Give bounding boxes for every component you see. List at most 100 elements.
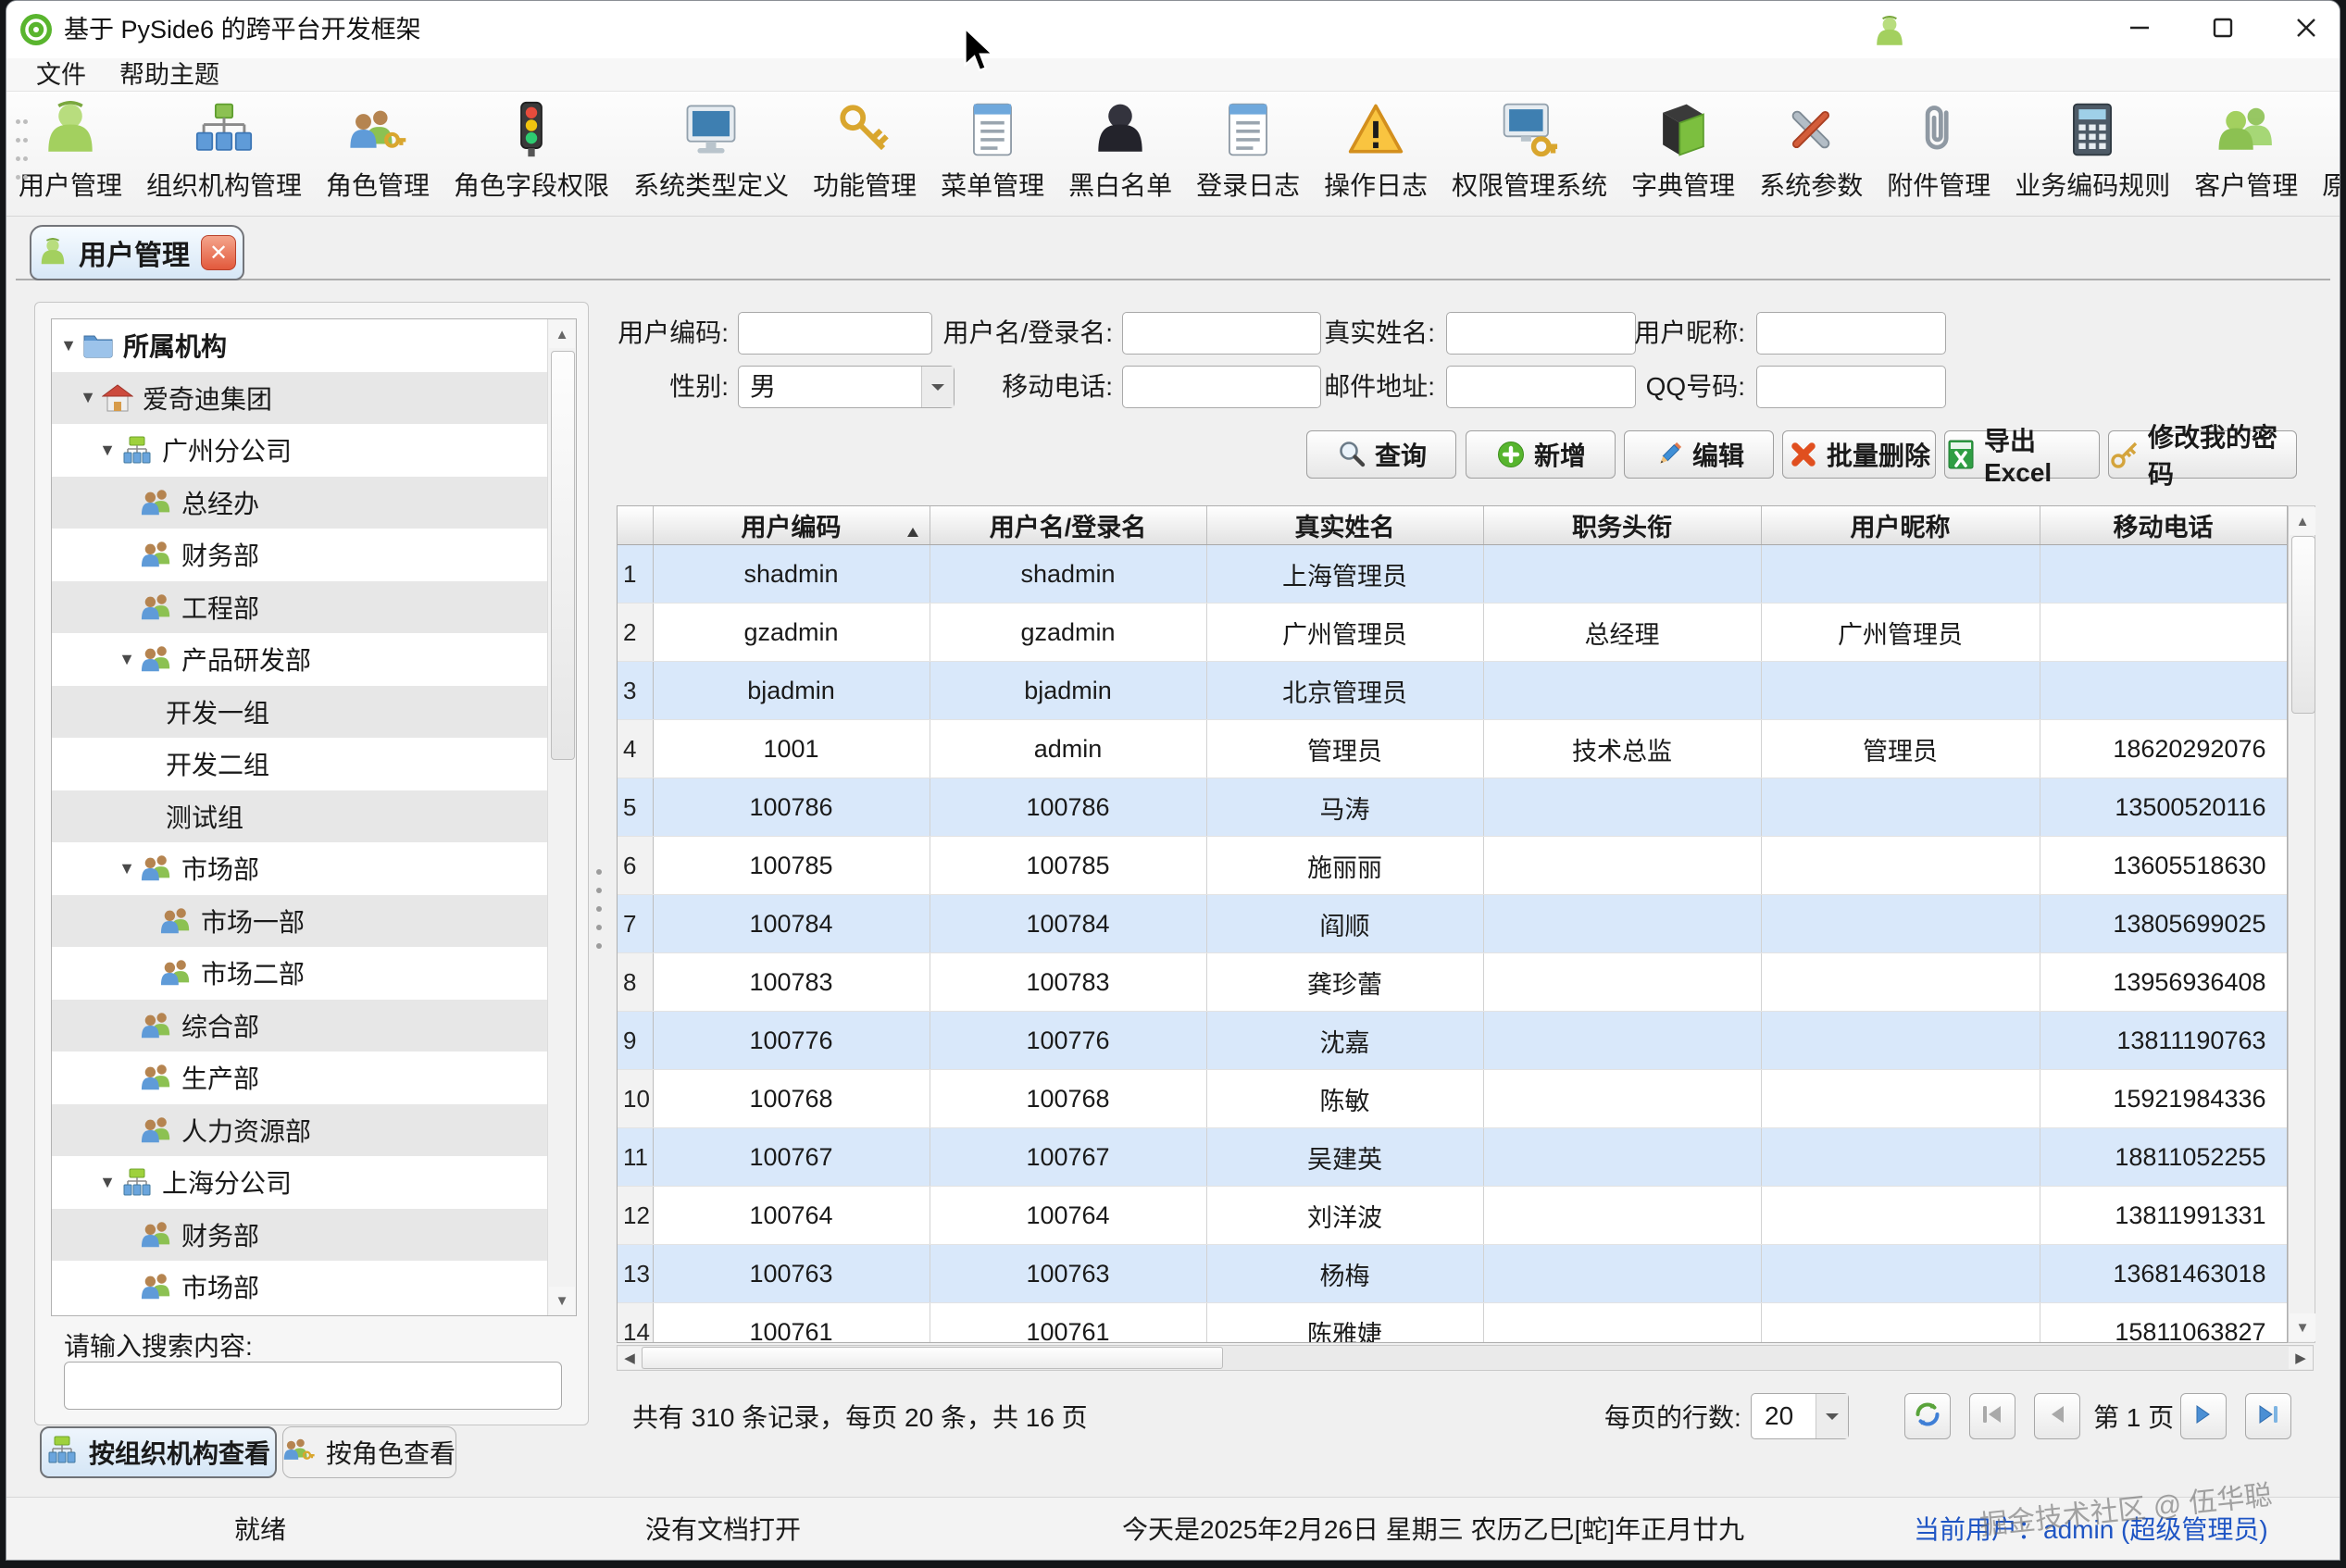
- column-header[interactable]: 真实姓名: [1206, 506, 1483, 545]
- tree-scrollbar[interactable]: ▲ ▼: [547, 319, 576, 1315]
- toolbar-item-person-dark[interactable]: 黑白名单: [1056, 92, 1184, 203]
- table-scroll-left-icon[interactable]: ◀: [618, 1347, 642, 1369]
- first-page-button[interactable]: [1969, 1393, 2015, 1439]
- query-button[interactable]: 查询: [1306, 430, 1456, 479]
- menu-item-file[interactable]: 文件: [21, 58, 101, 92]
- column-header[interactable]: 用户昵称: [1761, 506, 2040, 545]
- table-vscrollbar[interactable]: ▲ ▼: [2288, 505, 2315, 1343]
- user-name-field[interactable]: [1122, 312, 1321, 355]
- table-row[interactable]: 7100784100784阎顺13805699025: [618, 895, 2287, 953]
- table-row[interactable]: 2gzadmingzadmin广州管理员总经理广州管理员: [618, 604, 2287, 662]
- toolbar-item-tools[interactable]: 系统参数: [1747, 92, 1875, 203]
- table-row[interactable]: 8100783100783龚珍蕾13956936408: [618, 953, 2287, 1012]
- tree-scroll-down-icon[interactable]: ▼: [549, 1287, 575, 1314]
- user-code-field[interactable]: [738, 312, 932, 355]
- tree-item[interactable]: 开发二组: [52, 738, 576, 790]
- add-button[interactable]: 新增: [1466, 430, 1616, 479]
- table-row[interactable]: 41001admin管理员技术总监管理员18620292076: [618, 720, 2287, 778]
- maximize-button[interactable]: [2190, 1, 2256, 55]
- tree-item[interactable]: 市场部: [52, 1261, 576, 1313]
- tree-item[interactable]: ▼爱奇迪集团: [52, 372, 576, 425]
- table-row[interactable]: 14100761100761陈雅婕15811063827: [618, 1303, 2287, 1344]
- toolbar-item-docs[interactable]: 原料管理: [2310, 92, 2340, 203]
- real-name-field[interactable]: [1446, 312, 1636, 355]
- expand-arrow-icon[interactable]: ▼: [56, 336, 81, 355]
- minimize-button[interactable]: [2106, 1, 2173, 55]
- export-excel-button[interactable]: 导出Excel: [1944, 430, 2100, 479]
- toolbar-item-orgchart[interactable]: 组织机构管理: [134, 92, 314, 203]
- page-size-select[interactable]: 20: [1751, 1393, 1849, 1439]
- table-row[interactable]: 10100768100768陈敏15921984336: [618, 1070, 2287, 1128]
- expand-arrow-icon[interactable]: ▼: [95, 1173, 119, 1192]
- table-row[interactable]: 5100786100786马涛13500520116: [618, 778, 2287, 837]
- last-page-button[interactable]: [2245, 1393, 2291, 1439]
- tree-item[interactable]: ▼所属机构: [52, 319, 576, 372]
- next-page-button[interactable]: [2180, 1393, 2227, 1439]
- toolbar-item-monitor[interactable]: 系统类型定义: [621, 92, 801, 203]
- tree-item[interactable]: 开发一组: [52, 686, 576, 739]
- table-vscroll-thumb[interactable]: [2291, 536, 2315, 714]
- tree-item[interactable]: 测试组: [52, 790, 576, 843]
- toolbar-item-user-green[interactable]: 用户管理: [6, 92, 134, 203]
- column-header[interactable]: 用户名/登录名: [930, 506, 1206, 545]
- tree-scroll-thumb[interactable]: [551, 351, 575, 760]
- close-button[interactable]: [2273, 1, 2340, 55]
- toolbar-item-doc[interactable]: 登录日志: [1184, 92, 1312, 203]
- table-row[interactable]: 13100763100763杨梅13681463018: [618, 1245, 2287, 1303]
- view-tab-by-role[interactable]: 按角色查看: [282, 1426, 456, 1478]
- toolbar-item-traffic[interactable]: 角色字段权限: [442, 92, 621, 203]
- batch-delete-button[interactable]: 批量删除: [1782, 430, 1936, 479]
- expand-arrow-icon[interactable]: ▼: [115, 650, 139, 669]
- table-row[interactable]: 3bjadminbjadmin北京管理员: [618, 662, 2287, 720]
- nickname-field[interactable]: [1756, 312, 1946, 355]
- tab-close-icon[interactable]: ✕: [201, 235, 236, 270]
- table-hscroll-thumb[interactable]: [642, 1347, 1223, 1369]
- table-row[interactable]: 6100785100785施丽丽13605518630: [618, 837, 2287, 895]
- qq-field[interactable]: [1756, 366, 1946, 408]
- expand-arrow-icon[interactable]: ▼: [76, 388, 100, 407]
- column-header[interactable]: 职务头衔: [1483, 506, 1761, 545]
- tree-item[interactable]: 财务部: [52, 529, 576, 581]
- tab-user-management[interactable]: 用户管理 ✕: [30, 225, 244, 280]
- prev-page-button[interactable]: [2034, 1393, 2080, 1439]
- toolbar-item-users-green[interactable]: 客户管理: [2182, 92, 2310, 203]
- tree-item[interactable]: 工程部: [52, 581, 576, 634]
- toolbar-item-calc[interactable]: 业务编码规则: [2003, 92, 2182, 203]
- toolbar-item-warning[interactable]: 操作日志: [1312, 92, 1440, 203]
- tree-item[interactable]: 人力资源部: [52, 1104, 576, 1157]
- refresh-button[interactable]: [1904, 1393, 1951, 1439]
- tree-item[interactable]: 综合部: [52, 1000, 576, 1052]
- table-hscrollbar[interactable]: ◀ ▶: [617, 1345, 2314, 1371]
- table-row[interactable]: 11100767100767吴建英18811052255: [618, 1128, 2287, 1187]
- column-header[interactable]: 用户编码: [653, 506, 930, 545]
- table-scroll-up-icon[interactable]: ▲: [2290, 507, 2315, 535]
- tree-search-input[interactable]: [64, 1362, 562, 1410]
- title-bar[interactable]: 基于 PySide6 的跨平台开发框架: [6, 1, 2340, 58]
- tree-scroll-up-icon[interactable]: ▲: [549, 320, 575, 348]
- tree-item[interactable]: ▼广州分公司: [52, 424, 576, 477]
- tree-item[interactable]: 市场一部: [52, 895, 576, 948]
- column-header[interactable]: 移动电话: [2040, 506, 2287, 545]
- tree-item[interactable]: 市场二部: [52, 947, 576, 1000]
- tree-item[interactable]: 生产部: [52, 1052, 576, 1104]
- table-scroll-right-icon[interactable]: ▶: [2289, 1347, 2313, 1369]
- mobile-field[interactable]: [1122, 366, 1321, 408]
- table-row[interactable]: 1shadminshadmin上海管理员: [618, 545, 2287, 604]
- table-row[interactable]: 9100776100776沈嘉13811190763: [618, 1012, 2287, 1070]
- toolbar-item-keys[interactable]: 功能管理: [801, 92, 929, 203]
- tree-item[interactable]: ▼上海分公司: [52, 1156, 576, 1209]
- toolbar-item-doc[interactable]: 菜单管理: [929, 92, 1056, 203]
- expand-arrow-icon[interactable]: ▼: [115, 859, 139, 878]
- view-tab-by-org[interactable]: 按组织机构查看: [40, 1426, 277, 1478]
- email-field[interactable]: [1446, 366, 1636, 408]
- toolbar-item-book[interactable]: 字典管理: [1619, 92, 1747, 203]
- table-scroll-down-icon[interactable]: ▼: [2290, 1313, 2315, 1341]
- tree-item[interactable]: ▼市场部: [52, 842, 576, 895]
- tree-item[interactable]: 财务部: [52, 1209, 576, 1262]
- expand-arrow-icon[interactable]: ▼: [95, 441, 119, 460]
- tree-item[interactable]: ▼产品研发部: [52, 633, 576, 686]
- toolbar-item-role[interactable]: 角色管理: [314, 92, 442, 203]
- toolbar-item-clip[interactable]: 附件管理: [1875, 92, 2003, 203]
- toolbar-item-monitor-key[interactable]: 权限管理系统: [1440, 92, 1619, 203]
- table-row[interactable]: 12100764100764刘洋波13811991331: [618, 1187, 2287, 1245]
